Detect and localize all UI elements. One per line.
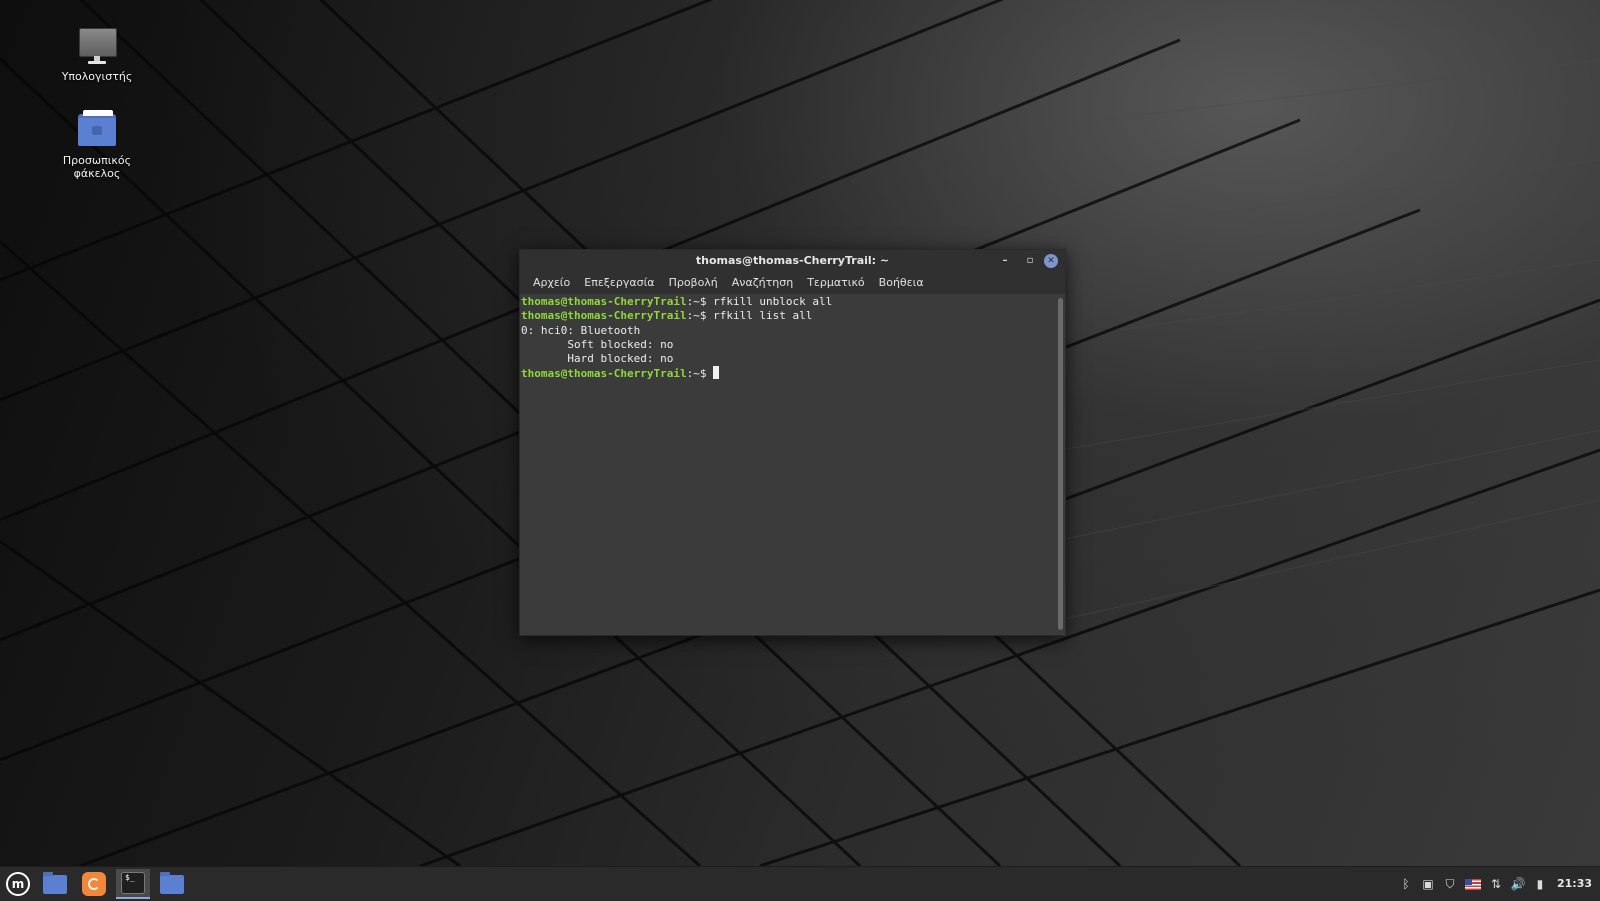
menu-button[interactable]: m (1, 869, 35, 899)
terminal-scrollbar[interactable] (1058, 298, 1063, 630)
menu-bar: Αρχείο Επεξεργασία Προβολή Αναζήτηση Τερ… (520, 272, 1065, 294)
terminal-window[interactable]: thomas@thomas-CherryTrail: ~ – ▫ ✕ Αρχεί… (519, 249, 1066, 636)
window-titlebar[interactable]: thomas@thomas-CherryTrail: ~ – ▫ ✕ (520, 250, 1065, 272)
terminal-output-line: Hard blocked: no (521, 352, 674, 366)
firefox-launcher[interactable] (77, 869, 111, 899)
terminal-command: rfkill list all (713, 309, 813, 323)
prompt-suffix: :~$ (686, 295, 714, 308)
desktop-icon-label: Υπολογιστής (61, 70, 133, 83)
network-icon[interactable]: ⇅ (1486, 874, 1506, 894)
us-flag-icon[interactable] (1464, 878, 1481, 890)
files-window[interactable] (155, 869, 189, 899)
terminal-cursor (713, 366, 720, 380)
menu-edit[interactable]: Επεξεργασία (577, 272, 661, 294)
terminal-output-line: Soft blocked: no (521, 337, 674, 351)
firefox-icon (82, 872, 106, 896)
terminal-output[interactable]: thomas@thomas-CherryTrail:~$ rfkill unbl… (520, 295, 1054, 635)
desktop-icon-label: Προσωπικός φάκελος (62, 154, 132, 180)
bluetooth-icon[interactable]: ᛒ (1396, 874, 1416, 894)
prompt-user: thomas@thomas-CherryTrail (521, 295, 687, 308)
terminal-prompt-line: thomas@thomas-CherryTrail:~$ rfkill unbl… (521, 295, 1054, 309)
desktop-icon-computer[interactable]: Υπολογιστής (52, 26, 142, 83)
terminal-launcher[interactable]: $_ (116, 869, 150, 899)
folder-icon (160, 871, 184, 894)
terminal-prompt-line: thomas@thomas-CherryTrail:~$ rfkill list… (521, 309, 1054, 323)
prompt-suffix: :~$ (686, 367, 714, 381)
shield-icon[interactable]: ⛉ (1440, 874, 1460, 894)
maximize-button[interactable]: ▫ (1023, 254, 1037, 268)
minimize-button[interactable]: – (998, 254, 1012, 268)
volume-icon[interactable]: 🔊 (1508, 874, 1528, 894)
menu-view[interactable]: Προβολή (662, 272, 725, 294)
close-button[interactable]: ✕ (1044, 254, 1058, 268)
clipboard-icon[interactable]: ▣ (1418, 874, 1438, 894)
taskbar: m $_ ᛒ ▣ ⛉ ⇅ 🔊 ▮ 21:33 (0, 866, 1600, 901)
menu-search[interactable]: Αναζήτηση (725, 272, 800, 294)
menu-terminal[interactable]: Τερματικό (800, 272, 871, 294)
window-title: thomas@thomas-CherryTrail: ~ (695, 254, 890, 267)
prompt-user: thomas@thomas-CherryTrail (521, 367, 687, 381)
menu-file[interactable]: Αρχείο (526, 272, 577, 294)
terminal-command: rfkill unblock all (713, 295, 833, 308)
terminal-icon: $_ (121, 872, 145, 894)
computer-icon (77, 26, 117, 66)
clock[interactable]: 21:33 (1551, 867, 1600, 901)
terminal-output-line: 0: hci0: Bluetooth (521, 323, 641, 337)
terminal-prompt-line: thomas@thomas-CherryTrail:~$ (521, 366, 1054, 380)
system-tray: ᛒ ▣ ⛉ ⇅ 🔊 ▮ 21:33 (1395, 867, 1600, 901)
home-folder-icon (77, 110, 117, 150)
files-launcher[interactable] (38, 869, 72, 899)
battery-icon[interactable]: ▮ (1530, 874, 1550, 894)
folder-icon (43, 871, 67, 894)
linux-mint-icon: m (6, 872, 30, 896)
menu-help[interactable]: Βοήθεια (872, 272, 931, 294)
desktop-icon-home[interactable]: Προσωπικός φάκελος (52, 110, 142, 180)
prompt-user: thomas@thomas-CherryTrail (521, 309, 687, 323)
prompt-suffix: :~$ (686, 309, 714, 323)
